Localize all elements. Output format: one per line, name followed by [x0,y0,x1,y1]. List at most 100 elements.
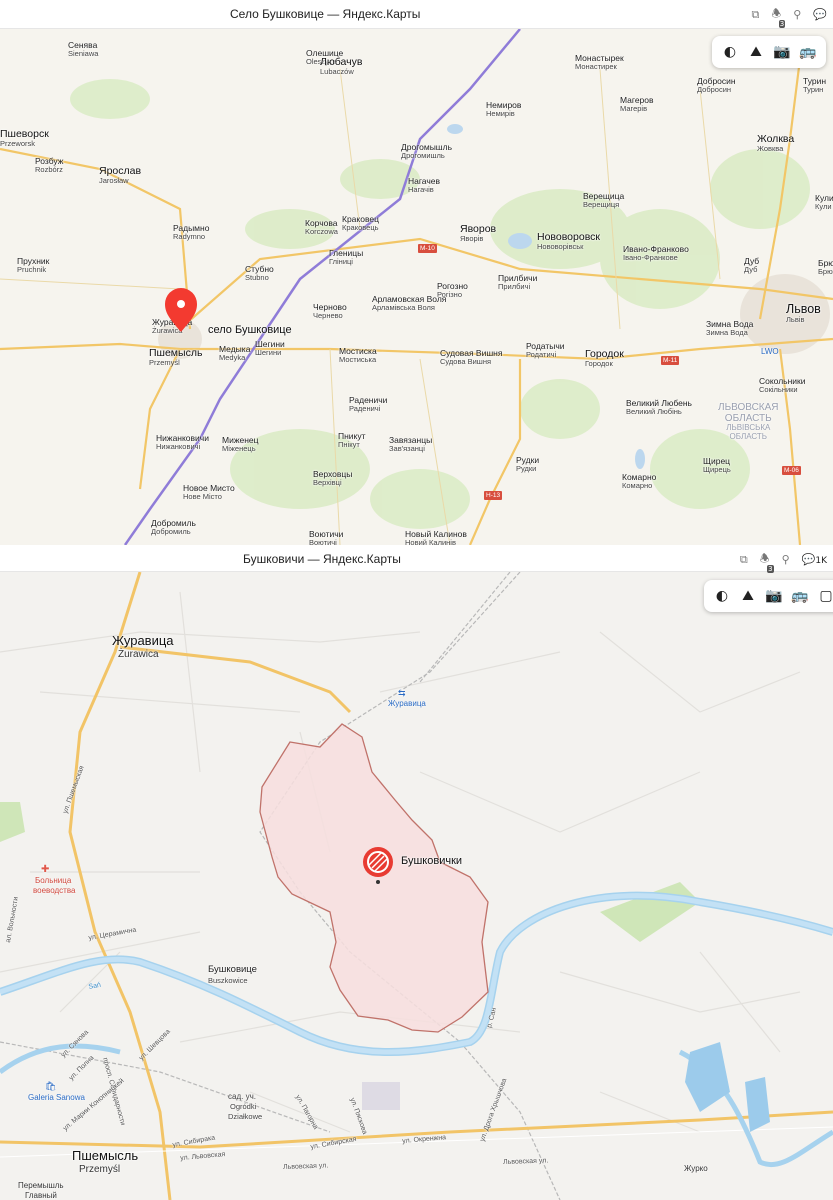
hospital-label: воеводства [33,886,76,895]
mall-label: Galeria Sanowa [28,1093,85,1102]
place-name-local: Дрогомишль [401,150,445,160]
place-label: Великий Любень Великий Любінь [626,399,692,416]
place-label: Гленицы Гліниці [329,249,363,266]
place-name-local: Шегини [255,347,282,357]
layers-icon[interactable]: ◐ [712,586,732,606]
place-name-local: Przemyśl [149,358,180,368]
place-name-local: Верхівці [313,477,342,487]
photo-icon[interactable]: 📷 [764,586,784,606]
place-name-local: Przeworsk [0,139,36,149]
chat-icon[interactable]: 💬 [813,8,827,21]
place-label: Шегини Шегини [255,340,285,357]
layers-icon[interactable]: ◐ [720,42,740,62]
place-name-local: Родатичі [526,349,557,359]
place-label: Стубно Stubno [245,265,274,282]
place-label: БрюховичиБрюховичі [818,259,833,276]
transit-icon[interactable]: 🚌 [798,42,818,62]
place-label: Немиров Немирів [486,101,521,118]
place-name-local: Дуб [744,264,758,274]
panorama-icon[interactable]: ⛰ [738,586,758,606]
place-name-local: Щирець [703,464,731,474]
top-map-canvas[interactable]: Сенява Sieniawa Олешице Oleszyce Любачув Luba… [0,29,833,545]
place-name-local: Добромиль [151,526,191,536]
place-label: Новое Мисто Нове Місто [183,484,235,501]
chat-icon[interactable]: 💬1K [802,553,827,566]
bottom-map-window: Бушковичи — Яндекс.Карты ⧉ 🕭 3 ⚲ 💬1K Жур… [0,545,833,1200]
place-label: Ивано-Франково Івано-Франкове [623,245,689,262]
station-label: Перемышль [18,1181,64,1190]
notifications-icon[interactable]: 🕭 3 [760,550,774,573]
place-name-local: Львів [786,315,805,325]
window-icon[interactable]: ⧉ [752,8,760,22]
place-name-local: Rozbórz [35,164,63,174]
bottom-map-canvas[interactable]: Журавица Żurawica Журавица ⇆ ✚ Больница воевод… [0,572,833,1200]
place-label: Верещица Верещиця [583,192,624,209]
place-label: Комарно Комарно [622,473,656,490]
place-name-local: Судова Вишня [440,356,492,366]
top-map-window: Село Бушковице — Яндекс.Карты ⧉ 🕭3 ⚲ 💬 [0,0,833,545]
road-sign-m10: M-10 [418,244,437,253]
place-name-local: Пнікут [338,439,360,449]
place-label: Журко [684,1164,708,1173]
garden-label: Działkowe [228,1112,263,1121]
top-page-title: Село Бушковице — Яндекс.Карты [230,7,421,21]
place-label: Нижанковичи Нижанковичі [156,434,209,451]
place-name-local: Мостиська [339,354,377,364]
airport-label: LWO [761,347,779,356]
place-name-local: Сокільники [759,384,798,394]
station-label: Главный [25,1191,57,1200]
transit-icon[interactable]: 🚌 [790,586,810,606]
place-label: Розбуж Rozbórz [35,157,63,174]
panorama-icon[interactable]: ⛰ [746,42,766,62]
location-icon[interactable]: ⚲ [782,553,790,566]
place-label: Арламовская Воля Арламівська Воля [372,295,446,312]
place-name-local: Брюховичі [818,266,833,276]
street-label: Львовская ул. [283,1162,329,1171]
place-label: Родатычи Родатичі [526,342,565,359]
place-label: Рудки Рудки [516,456,539,473]
road-sign-m11: M-11 [661,356,680,365]
place-name-local: Żurawica [152,325,183,335]
town-label-local: Żurawica [118,649,159,660]
place-label: Завязанцы Зав'язанці [389,436,432,453]
more-icon[interactable]: ▢ [816,586,833,606]
place-label: Черново Чернево [313,303,347,320]
place-label: Добросин Добросин [697,77,736,94]
place-label: Дуб Дуб [744,257,759,274]
place-name-local: Нове Місто [183,491,222,501]
place-label: Кули Кули [815,194,833,211]
photo-icon[interactable]: 📷 [772,42,792,62]
place-label: Магеров Магерів [620,96,654,113]
selected-place-label: село Бушковице [208,324,292,336]
place-label: Воютичи Воютичі [309,530,343,545]
city-label-local: Przemyśl [79,1164,121,1175]
notifications-icon[interactable]: 🕭 3 [771,5,786,28]
place-label: Прилбичи Прилбичі [498,274,537,291]
place-name-local: Монастирек [575,61,617,71]
place-name-local: Великий Любінь [626,406,682,416]
place-name-local: Івано-Франкове [623,252,678,262]
place-label: Зимна Вода Зимна Вода [706,320,753,337]
place-name-local: Турин [803,84,824,94]
place-name-local: Магерів [620,103,648,113]
top-tab-icons: ⧉ 🕭 3 ⚲ 💬 [752,5,827,28]
shopping-icon: 🛍 [45,1081,57,1091]
village-label: Бушковице [208,964,257,975]
place-label: Судовая Вишня Судова Вишня [440,349,502,366]
place-label: Городок Городок [585,348,624,368]
place-label: Корчова Korczowa [305,219,338,236]
window-icon[interactable]: ⧉ [740,553,748,567]
place-name-local: Sieniawa [68,48,99,58]
location-icon[interactable]: ⚲ [793,8,801,21]
place-label: Львов Львів [786,302,821,325]
street-label: Львовская ул. [503,1157,549,1166]
top-title-bar: Село Бушковице — Яндекс.Карты ⧉ 🕭 3 ⚲ 💬 [0,0,833,29]
place-name-local: Jarosław [99,176,129,186]
bottom-page-title: Бушковичи — Яндекс.Карты [243,552,401,566]
village-label-local: Buszkowice [208,976,248,985]
place-name-local: Кули [815,201,832,211]
chat-count: 1K [815,556,827,566]
place-name-local: Radymno [173,231,206,241]
place-label: Турин Турин [803,77,826,94]
top-map-toolbar: ◐ ⛰ 📷 🚌 [712,36,826,68]
